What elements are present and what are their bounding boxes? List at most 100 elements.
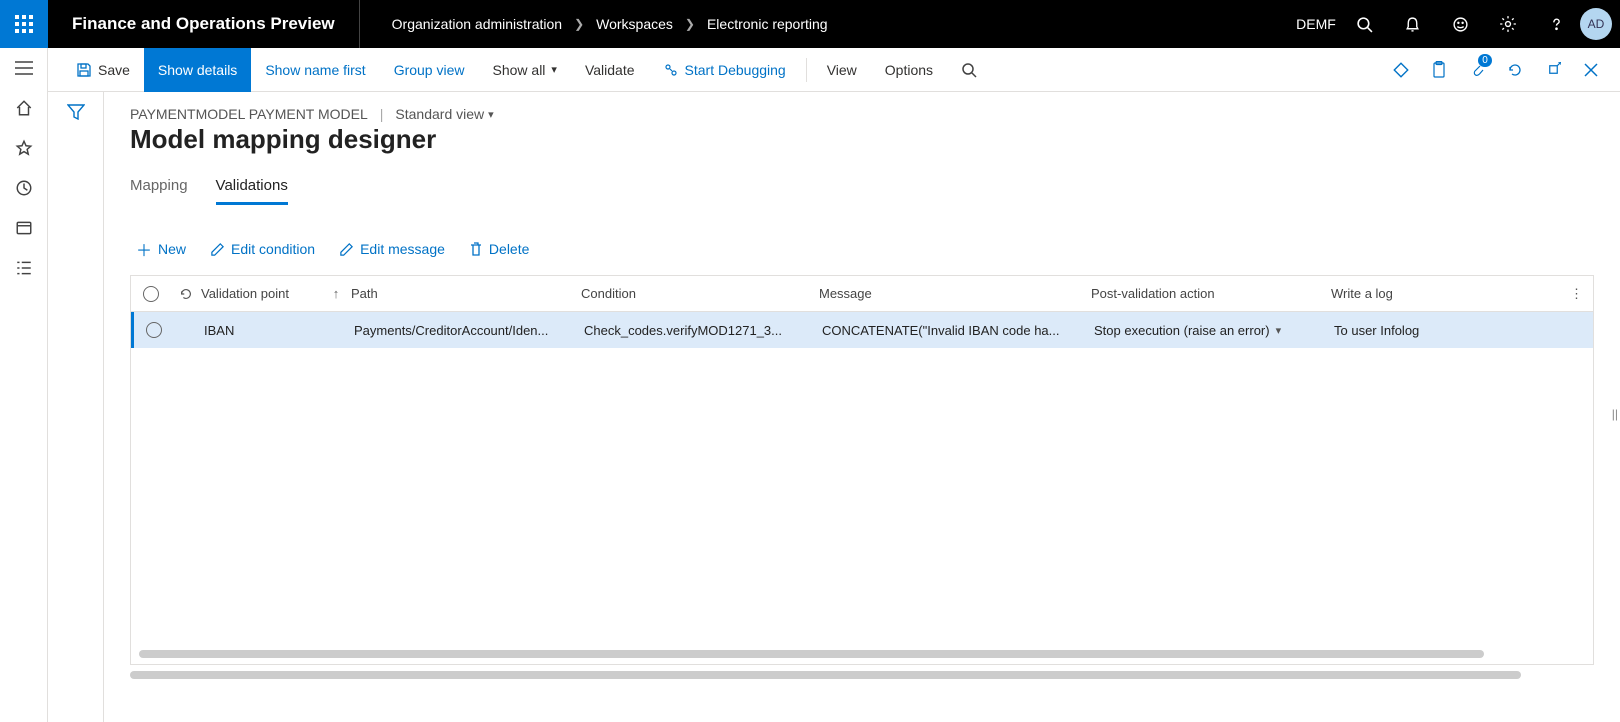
cell-write-a-log[interactable]: To user Infolog (1334, 323, 1464, 338)
chevron-right-icon: ❯ (574, 17, 584, 31)
actionbar-search[interactable] (947, 48, 991, 92)
cell-path[interactable]: Payments/CreditorAccount/Iden... (354, 323, 584, 338)
col-validation-point[interactable]: Validation point (201, 286, 321, 301)
show-name-first-label: Show name first (265, 62, 365, 78)
sort-asc-icon[interactable]: ↑ (321, 286, 351, 301)
grid-header-row: Validation point ↑ Path Condition Messag… (131, 276, 1593, 312)
hamburger-icon[interactable] (14, 58, 34, 78)
topbar-right: DEMF AD (1292, 0, 1620, 48)
col-write-a-log[interactable]: Write a log (1331, 286, 1461, 301)
filter-icon[interactable] (67, 104, 85, 722)
grid-toolbar: ＋ New Edit condition Edit message Delete (130, 237, 1594, 261)
pipe: | (380, 106, 384, 122)
row-checkbox[interactable] (134, 322, 174, 338)
avatar[interactable]: AD (1580, 8, 1612, 40)
edit-message-button[interactable]: Edit message (339, 237, 445, 261)
chevron-down-icon: ▾ (1276, 324, 1282, 337)
clipboard-icon[interactable] (1420, 48, 1458, 92)
side-resize-handle[interactable]: || (1612, 407, 1618, 421)
breadcrumb-item[interactable]: Electronic reporting (707, 16, 828, 32)
select-all-checkbox[interactable] (131, 286, 171, 302)
edit-condition-label: Edit condition (231, 241, 315, 257)
breadcrumb: Organization administration ❯ Workspaces… (360, 16, 828, 32)
start-debugging-button[interactable]: Start Debugging (649, 48, 800, 92)
main-column: PAYMENTMODEL PAYMENT MODEL | Standard vi… (104, 92, 1620, 722)
grid-refresh-icon[interactable] (171, 287, 201, 301)
options-button[interactable]: Options (871, 48, 947, 92)
tab-mapping[interactable]: Mapping (130, 177, 188, 205)
col-condition[interactable]: Condition (581, 286, 819, 301)
search-icon[interactable] (1340, 0, 1388, 48)
table-row[interactable]: IBAN Payments/CreditorAccount/Iden... Ch… (131, 312, 1593, 348)
company-picker[interactable]: DEMF (1292, 0, 1340, 48)
validate-label: Validate (585, 62, 635, 78)
cell-post-validation-action[interactable]: Stop execution (raise an error) ▾ (1094, 323, 1334, 338)
help-icon[interactable] (1532, 0, 1580, 48)
attachment-badge: 0 (1478, 54, 1492, 67)
cell-message[interactable]: CONCATENATE("Invalid IBAN code ha... (822, 323, 1094, 338)
content-area: Save Show details Show name first Group … (48, 48, 1620, 722)
show-all-dropdown[interactable]: Show all ▾ (479, 48, 571, 92)
divider (806, 58, 807, 82)
pencil-icon (210, 242, 225, 257)
debug-icon (663, 63, 679, 77)
smiley-icon[interactable] (1436, 0, 1484, 48)
close-icon[interactable] (1572, 48, 1610, 92)
cell-condition[interactable]: Check_codes.verifyMOD1271_3... (584, 323, 822, 338)
grid-header-menu-icon[interactable]: ⋮ (1461, 286, 1593, 302)
group-view-label: Group view (394, 62, 465, 78)
waffle-icon (15, 15, 33, 33)
breadcrumb-item[interactable]: Workspaces (596, 16, 673, 32)
plus-icon: ＋ (136, 237, 152, 261)
filter-column (48, 92, 104, 722)
save-label: Save (98, 62, 130, 78)
grid-horizontal-scrollbar[interactable] (139, 650, 1484, 658)
popout-icon[interactable] (1534, 48, 1572, 92)
edit-message-label: Edit message (360, 241, 445, 257)
workspace-icon[interactable] (14, 218, 34, 238)
col-message[interactable]: Message (819, 286, 1091, 301)
view-label: View (827, 62, 857, 78)
chevron-right-icon: ❯ (685, 17, 695, 31)
start-debugging-label: Start Debugging (685, 62, 786, 78)
show-details-button[interactable]: Show details (144, 48, 251, 92)
delete-button[interactable]: Delete (469, 237, 529, 261)
shell: Save Show details Show name first Group … (0, 48, 1620, 722)
options-label: Options (885, 62, 933, 78)
validate-button[interactable]: Validate (571, 48, 649, 92)
col-post-validation-action[interactable]: Post-validation action (1091, 286, 1331, 301)
related-icon[interactable] (1382, 48, 1420, 92)
show-details-label: Show details (158, 62, 237, 78)
view-name-label: Standard view (395, 106, 484, 122)
tab-validations[interactable]: Validations (216, 177, 288, 205)
home-icon[interactable] (14, 98, 34, 118)
new-button[interactable]: ＋ New (136, 237, 186, 261)
star-icon[interactable] (14, 138, 34, 158)
trash-icon (469, 241, 483, 257)
waffle-menu[interactable] (0, 0, 48, 48)
save-button[interactable]: Save (62, 48, 144, 92)
bell-icon[interactable] (1388, 0, 1436, 48)
recent-icon[interactable] (14, 178, 34, 198)
action-bar: Save Show details Show name first Group … (48, 48, 1620, 92)
show-name-first-button[interactable]: Show name first (251, 48, 379, 92)
view-dropdown[interactable]: Standard view ▾ (395, 106, 493, 122)
edit-condition-button[interactable]: Edit condition (210, 237, 315, 261)
breadcrumb-item[interactable]: Organization administration (392, 16, 562, 32)
show-all-label: Show all (493, 62, 546, 78)
app-title: Finance and Operations Preview (48, 0, 360, 48)
tabs: Mapping Validations (130, 177, 1594, 205)
chevron-down-icon: ▾ (488, 108, 494, 121)
top-bar: Finance and Operations Preview Organizat… (0, 0, 1620, 48)
page-title: Model mapping designer (130, 124, 1594, 155)
cell-validation-point[interactable]: IBAN (204, 323, 324, 338)
modules-icon[interactable] (14, 258, 34, 278)
refresh-icon[interactable] (1496, 48, 1534, 92)
attachments-icon[interactable]: 0 (1458, 48, 1496, 92)
page-horizontal-scrollbar[interactable] (130, 671, 1521, 679)
gear-icon[interactable] (1484, 0, 1532, 48)
view-button[interactable]: View (813, 48, 871, 92)
pencil-icon (339, 242, 354, 257)
col-path[interactable]: Path (351, 286, 581, 301)
group-view-button[interactable]: Group view (380, 48, 479, 92)
